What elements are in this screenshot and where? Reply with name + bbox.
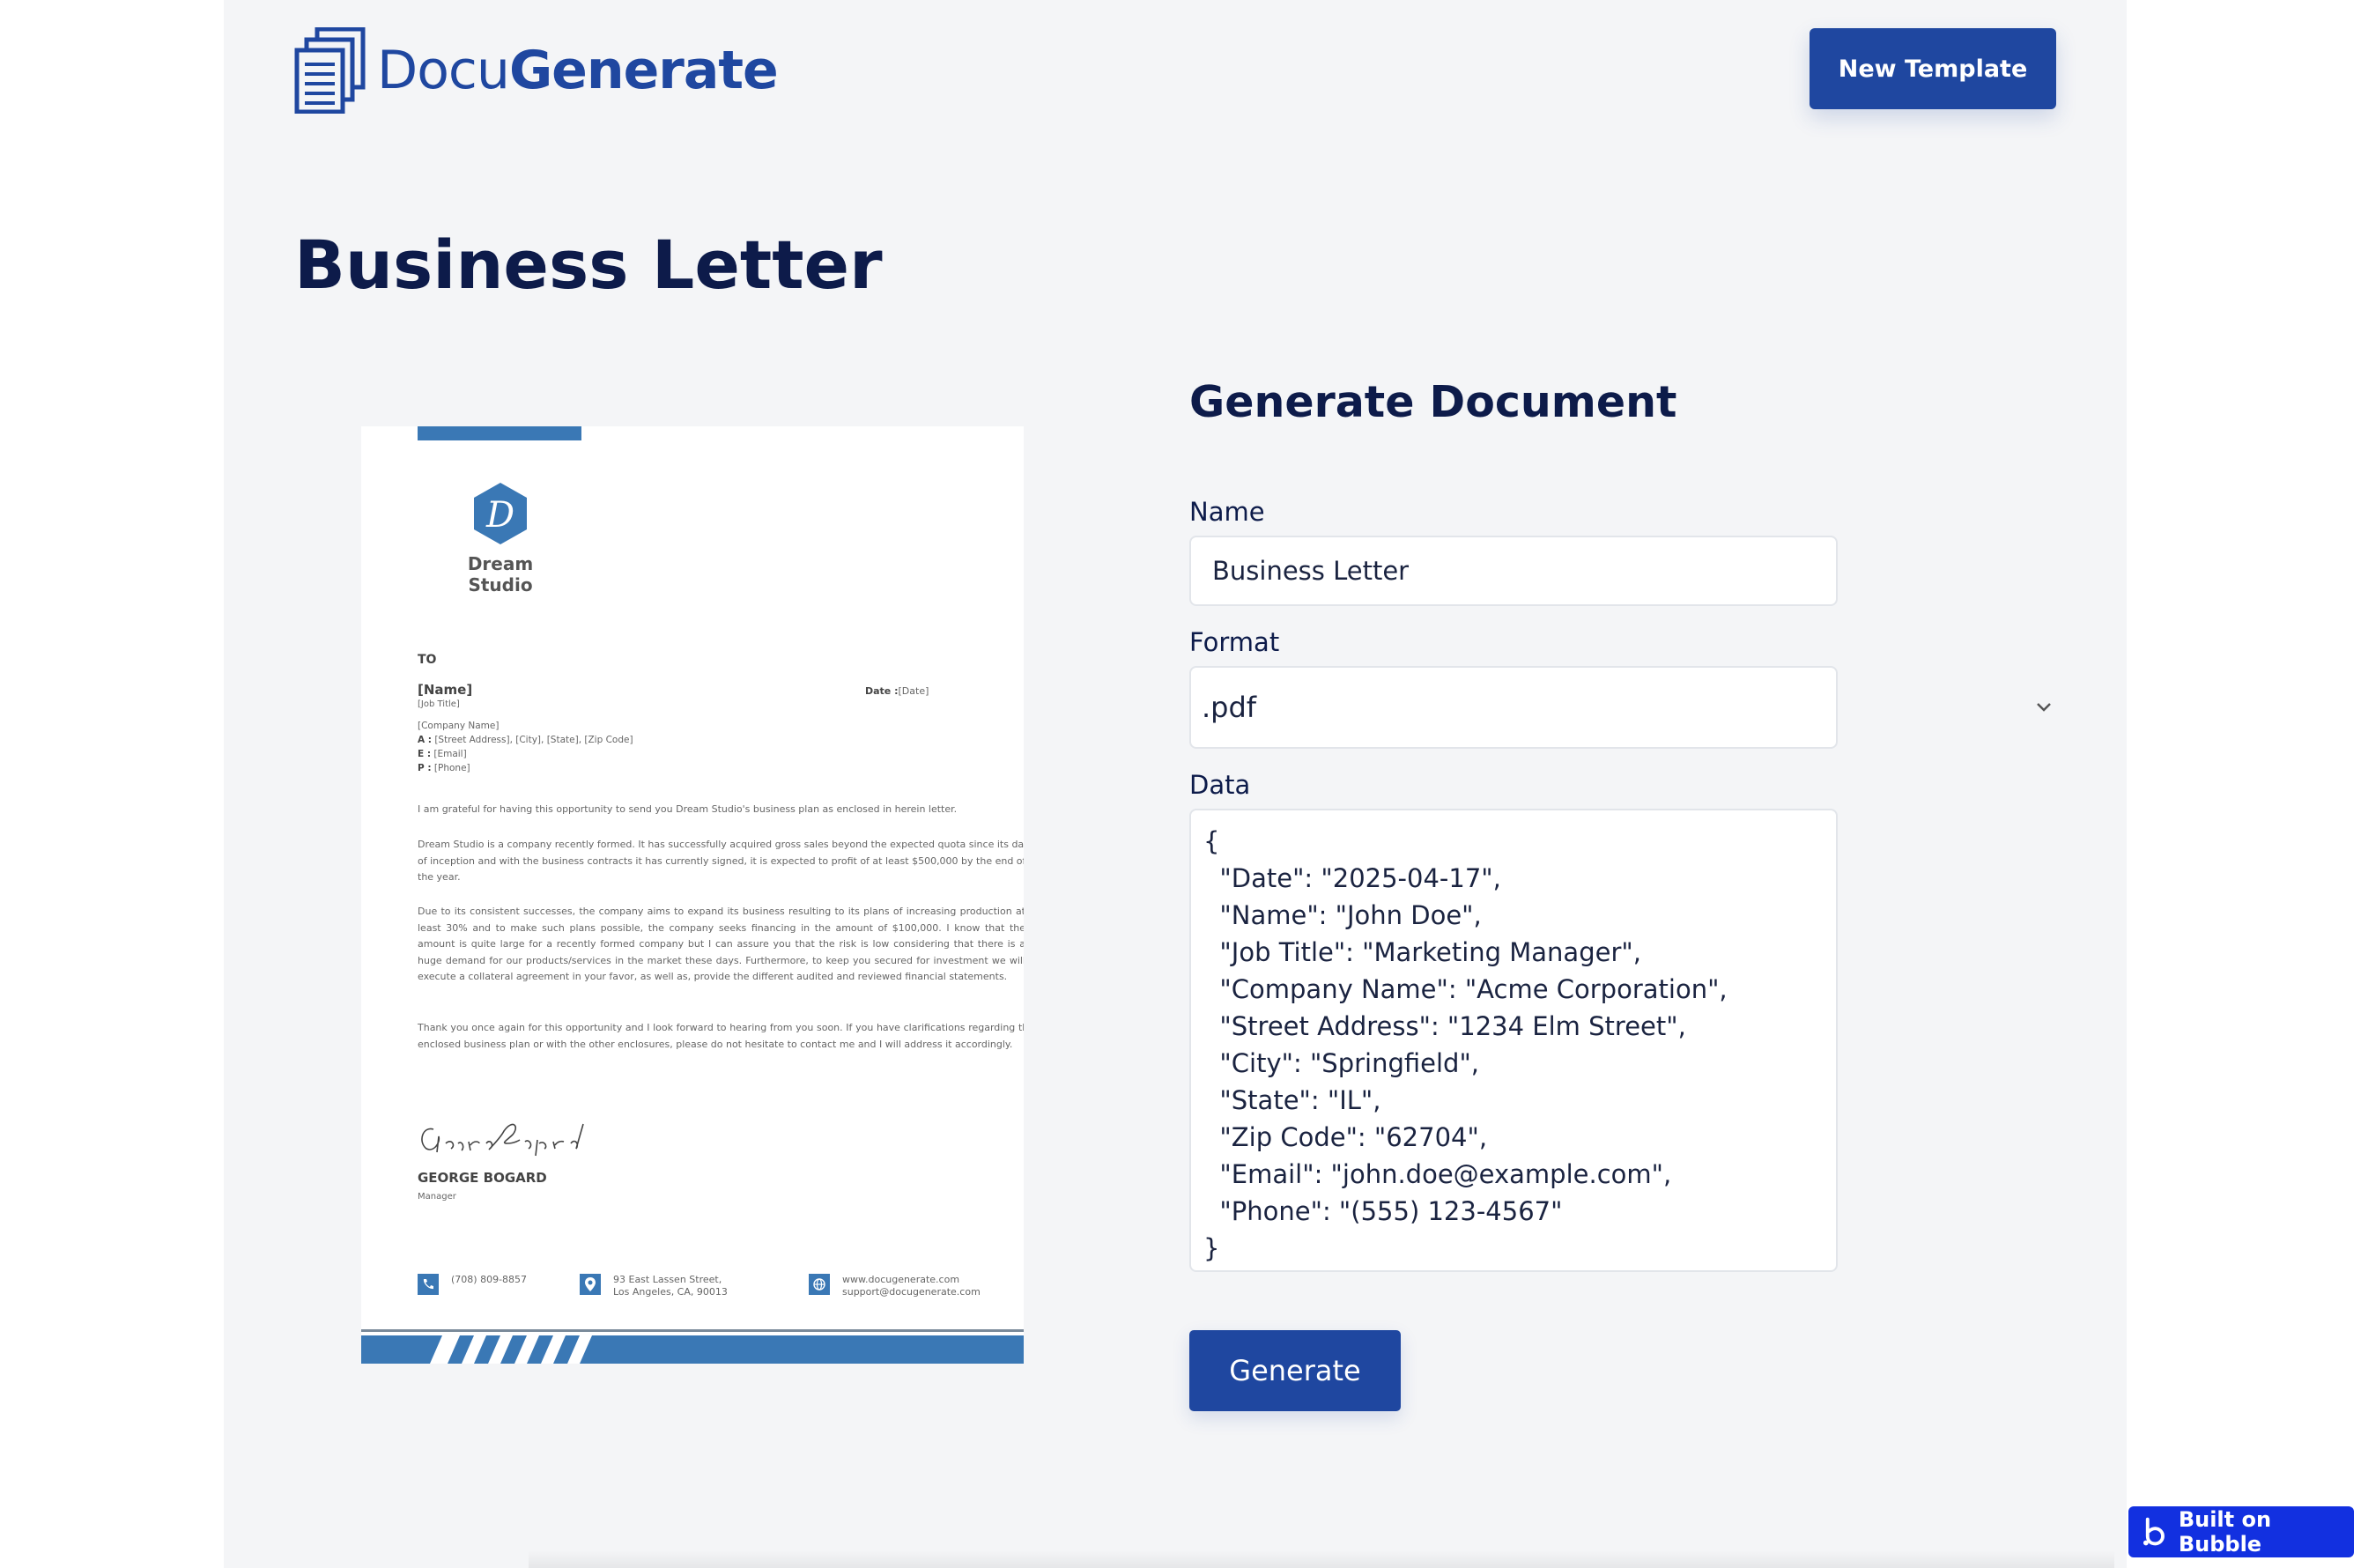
- bottom-shadow: [529, 1550, 2114, 1568]
- bubble-badge-label: Built on Bubble: [2178, 1507, 2272, 1557]
- name-input[interactable]: Business Letter: [1189, 536, 1838, 606]
- preview-address-block: [Company Name] A : [Street Address], [Ci…: [418, 719, 633, 775]
- documents-icon: [294, 27, 366, 114]
- preview-address-label: A :: [418, 735, 432, 745]
- brand-name: DocuGenerate: [377, 40, 779, 101]
- page: DocuGenerate New Template Business Lette…: [224, 0, 2127, 1568]
- footer-website: www.docugenerate.com: [842, 1274, 960, 1285]
- brand-name-part2: Generate: [508, 40, 779, 101]
- location-pin-icon: [580, 1274, 601, 1295]
- data-textarea[interactable]: { "Date": "2025-04-17", "Name": "John Do…: [1189, 809, 1838, 1272]
- preview-phone-label: P :: [418, 763, 432, 773]
- format-label: Format: [1189, 627, 1280, 657]
- preview-footer-web: www.docugenerate.com support@docugenerat…: [809, 1274, 981, 1298]
- data-label: Data: [1189, 770, 1251, 800]
- footer-web-text: www.docugenerate.com support@docugenerat…: [842, 1274, 981, 1298]
- preview-date-value: [Date]: [898, 685, 929, 697]
- document-preview: D Dream Studio TO [Name] [Job Title] Dat…: [361, 426, 1024, 1364]
- page-title: Business Letter: [294, 226, 883, 304]
- preview-name: [Name]: [418, 682, 473, 698]
- preview-footer-address: 93 East Lassen Street, Los Angeles, CA, …: [580, 1274, 728, 1298]
- preview-paragraph-1: I am grateful for having this opportunit…: [418, 803, 958, 815]
- preview-paragraph-3: Due to its consistent successes, the com…: [418, 906, 1024, 983]
- footer-address-text: 93 East Lassen Street, Los Angeles, CA, …: [613, 1274, 728, 1298]
- chevron-down-icon: [2037, 703, 2051, 712]
- generate-button[interactable]: Generate: [1189, 1330, 1401, 1411]
- footer-phone-text: (708) 809-8857: [451, 1274, 528, 1285]
- preview-signer-role: Manager: [418, 1192, 456, 1202]
- preview-to: TO: [418, 653, 437, 667]
- brand-logo[interactable]: DocuGenerate: [294, 26, 779, 115]
- format-select[interactable]: .pdf: [1189, 666, 1838, 749]
- preview-job-title: [Job Title]: [418, 699, 460, 709]
- preview-email: [Email]: [433, 749, 467, 759]
- name-label: Name: [1189, 497, 1265, 527]
- preview-logo: D Dream Studio: [439, 481, 562, 595]
- new-template-button[interactable]: New Template: [1810, 28, 2056, 109]
- preview-paragraph-4: Thank you once again for this opportunit…: [418, 1022, 1024, 1050]
- preview-phone: [Phone]: [433, 763, 470, 773]
- preview-footer-phone: (708) 809-8857: [418, 1274, 527, 1295]
- signature-image: [421, 1123, 584, 1157]
- svg-text:D: D: [485, 495, 514, 536]
- phone-icon: [418, 1274, 439, 1295]
- preview-top-bar: [418, 426, 581, 440]
- preview-bottom-stripes: [361, 1335, 1024, 1364]
- preview-paragraph-2: Dream Studio is a company recently forme…: [418, 839, 1024, 884]
- preview-address: [Street Address], [City], [State], [Zip …: [434, 735, 633, 745]
- built-on-bubble-badge[interactable]: Built on Bubble: [2128, 1506, 2354, 1557]
- preview-signer-name: GEORGE BOGARD: [418, 1170, 547, 1186]
- preview-email-label: E :: [418, 749, 432, 759]
- preview-address-line: A : [Street Address], [City], [State], […: [418, 733, 633, 747]
- footer-email: support@docugenerate.com: [842, 1286, 981, 1298]
- footer-address-line-2: Los Angeles, CA, 90013: [613, 1286, 728, 1298]
- dream-studio-logo-icon: D: [474, 483, 527, 544]
- brand-name-part1: Docu: [377, 40, 510, 101]
- preview-email-line: E : [Email]: [418, 747, 633, 761]
- preview-logo-text: Dream Studio: [467, 553, 534, 595]
- preview-date-label: Date :: [865, 685, 899, 697]
- generate-document-heading: Generate Document: [1189, 377, 1677, 427]
- footer-address-line-1: 93 East Lassen Street,: [613, 1274, 722, 1285]
- preview-date: Date :[Date]: [865, 684, 929, 700]
- preview-phone-line: P : [Phone]: [418, 761, 633, 775]
- bubble-logo-icon: [2143, 1517, 2165, 1546]
- preview-footer-divider: [361, 1329, 1024, 1332]
- preview-company: [Company Name]: [418, 721, 500, 731]
- globe-icon: [809, 1274, 830, 1295]
